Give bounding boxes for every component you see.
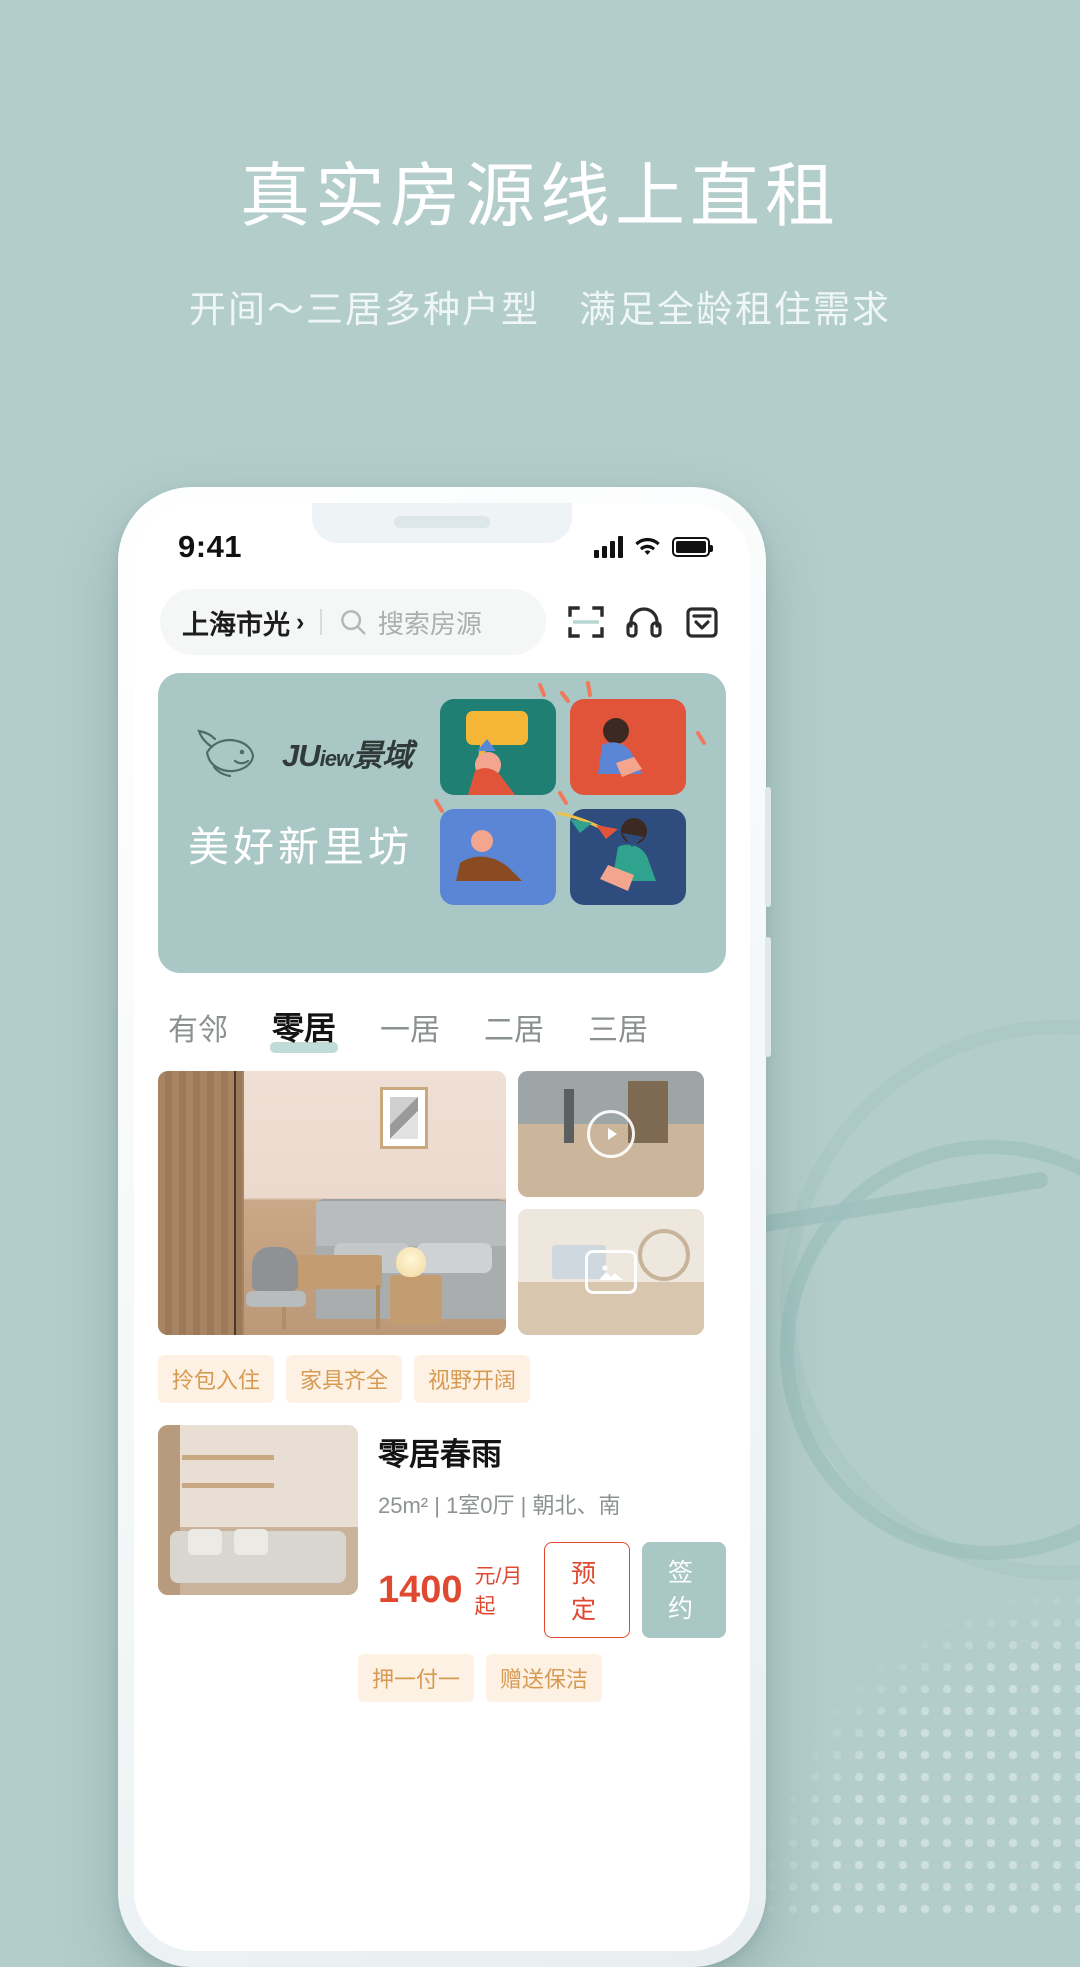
gallery-video-thumb[interactable] <box>518 1071 704 1197</box>
status-bar: 9:41 <box>134 503 750 577</box>
brand-text-iew: iew <box>319 745 353 771</box>
listing-price-row: 1400 元/月起 预定 签约 <box>378 1542 726 1638</box>
listing-price: 1400 <box>378 1568 463 1611</box>
tab-yiju[interactable]: 一居 <box>380 1005 440 1055</box>
sign-contract-button[interactable]: 签约 <box>642 1542 726 1638</box>
search-header: 上海市光 › 搜索房源 <box>134 577 750 655</box>
listing-gallery <box>134 1071 750 1335</box>
tab-lingju[interactable]: 零居 <box>269 1003 339 1055</box>
phone-mockup: 9:41 上海市光 › 搜索房源 JUiew景域 美好新里坊 有邻 零居 一居 … <box>118 487 771 1967</box>
banner-brand-block: JUiew景域 美好新里坊 <box>188 725 438 873</box>
tab-youlin[interactable]: 有邻 <box>168 1005 228 1055</box>
battery-icon <box>672 537 713 557</box>
listing-meta: 25m² | 1室0厅 | 朝北、南 <box>378 1493 621 1518</box>
phone-screen: 9:41 上海市光 › 搜索房源 JUiew景域 美好新里坊 有邻 零居 一居 … <box>134 503 750 1951</box>
location-selector[interactable]: 上海市光 › <box>182 603 304 642</box>
tab-erju[interactable]: 二居 <box>484 1005 544 1055</box>
wifi-icon <box>635 537 660 555</box>
search-icon <box>340 610 366 635</box>
decorative-dot-grid <box>760 1590 1080 1920</box>
promo-header: 真实房源线上直租 开间～三居多种户型 满足全龄租住需求 <box>0 0 1080 333</box>
brand-wordmark: JUiew景域 <box>282 730 413 775</box>
promo-headline: 真实房源线上直租 <box>240 157 840 235</box>
gallery-side-column <box>518 1071 704 1335</box>
whale-icon <box>197 729 255 778</box>
category-tabs: 有邻 零居 一居 二居 三居 <box>134 973 750 1071</box>
promo-subheadline: 开间～三居多种户型 满足全龄租住需求 <box>189 289 891 330</box>
listing-card[interactable]: 零居春雨 25m² | 1室0厅 | 朝北、南 1400 元/月起 预定 签约 <box>134 1403 750 1638</box>
tab-sanju[interactable]: 三居 <box>588 1005 648 1055</box>
listing-tag[interactable]: 押一付一 <box>358 1654 475 1702</box>
search-divider <box>320 609 322 635</box>
listing-title: 零居春雨 <box>378 1437 502 1472</box>
scan-icon[interactable] <box>564 600 608 644</box>
status-time: 9:41 <box>178 529 243 564</box>
gallery-main-photo[interactable] <box>158 1071 506 1335</box>
reserve-button[interactable]: 预定 <box>544 1542 630 1638</box>
banner-slogan: 美好新里坊 <box>188 824 413 870</box>
listing-tag[interactable]: 赠送保洁 <box>486 1654 603 1702</box>
feature-chip[interactable]: 拎包入住 <box>158 1355 275 1403</box>
inbox-icon[interactable] <box>680 600 724 644</box>
feature-chip-list: 拎包入住 家具齐全 视野开阔 <box>134 1335 750 1403</box>
headset-icon[interactable] <box>622 600 666 644</box>
listing-price-unit: 元/月起 <box>474 1565 523 1618</box>
signal-bars-icon <box>594 536 623 558</box>
play-icon <box>587 1110 635 1158</box>
brand-text-cn: 景域 <box>352 737 413 773</box>
search-input[interactable]: 搜索房源 <box>378 604 482 641</box>
header-action-icons <box>564 600 728 644</box>
location-label: 上海市光 <box>182 609 290 640</box>
phone-power-button <box>765 937 771 1057</box>
feature-chip[interactable]: 视野开阔 <box>414 1355 531 1403</box>
promo-banner[interactable]: JUiew景域 美好新里坊 <box>158 673 726 973</box>
search-bar[interactable]: 上海市光 › 搜索房源 <box>160 589 546 655</box>
banner-illustration <box>434 681 706 905</box>
phone-volume-button <box>765 787 771 907</box>
listing-actions: 预定 签约 <box>544 1542 726 1638</box>
feature-chip[interactable]: 家具齐全 <box>286 1355 403 1403</box>
photo-icon <box>585 1250 637 1294</box>
listing-details: 零居春雨 25m² | 1室0厅 | 朝北、南 1400 元/月起 预定 签约 <box>378 1425 726 1638</box>
status-indicators <box>594 536 713 558</box>
listing-tag-list: 押一付一 赠送保洁 <box>134 1638 750 1702</box>
gallery-album-thumb[interactable] <box>518 1209 704 1335</box>
brand-text-ju: JU <box>282 737 321 773</box>
brand-lockup: JUiew景域 <box>188 725 438 779</box>
listing-thumbnail[interactable] <box>158 1425 358 1595</box>
chevron-right-icon: › <box>296 607 305 636</box>
